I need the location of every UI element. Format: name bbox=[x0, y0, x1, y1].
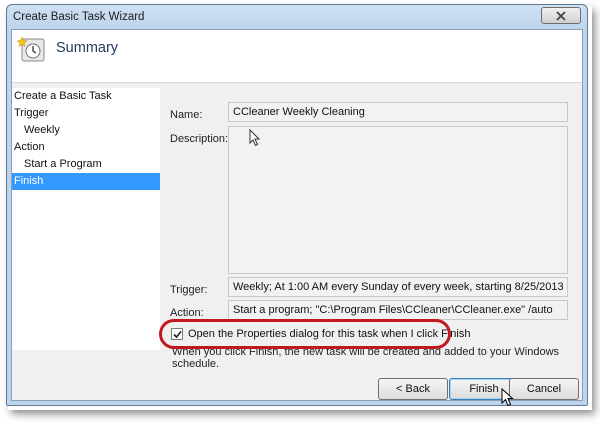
wizard-header: Summary bbox=[12, 30, 582, 83]
cancel-button[interactable]: Cancel bbox=[509, 378, 579, 400]
action-label: Action: bbox=[170, 307, 204, 319]
open-properties-label[interactable]: Open the Properties dialog for this task… bbox=[188, 328, 470, 340]
nav-item-weekly[interactable]: Weekly bbox=[12, 122, 160, 139]
nav-item-finish[interactable]: Finish bbox=[12, 173, 160, 190]
description-field[interactable] bbox=[228, 126, 568, 274]
name-field[interactable]: CCleaner Weekly Cleaning bbox=[228, 102, 568, 122]
trigger-field: Weekly; At 1:00 AM every Sunday of every… bbox=[228, 277, 568, 297]
nav-item-start-program[interactable]: Start a Program bbox=[12, 156, 160, 173]
nav-item-action[interactable]: Action bbox=[12, 139, 160, 156]
name-label: Name: bbox=[170, 109, 203, 121]
mouse-cursor-icon bbox=[249, 128, 261, 150]
open-properties-option[interactable]: Open the Properties dialog for this task… bbox=[171, 328, 470, 340]
wizard-client-area: Summary Create a Basic Task Trigger Week… bbox=[11, 29, 583, 407]
nav-item-create-basic-task[interactable]: Create a Basic Task bbox=[12, 88, 160, 105]
checkmark-icon bbox=[172, 330, 182, 338]
task-scheduler-icon bbox=[16, 33, 48, 68]
close-icon bbox=[556, 10, 566, 21]
back-button[interactable]: < Back bbox=[378, 378, 448, 400]
nav-item-trigger[interactable]: Trigger bbox=[12, 105, 160, 122]
pointer-cursor-icon bbox=[501, 387, 515, 411]
wizard-window: Create Basic Task Wizard Summary Create … bbox=[6, 4, 588, 407]
action-field: Start a program; "C:\Program Files\CClea… bbox=[228, 300, 568, 320]
wizard-steps-nav: Create a Basic Task Trigger Weekly Actio… bbox=[12, 88, 160, 350]
description-label: Description: bbox=[170, 133, 229, 145]
page-title: Summary bbox=[56, 40, 119, 56]
open-properties-checkbox[interactable] bbox=[171, 328, 183, 340]
close-button[interactable] bbox=[541, 7, 581, 24]
finish-info-text: When you click Finish, the new task will… bbox=[172, 346, 560, 370]
window-title: Create Basic Task Wizard bbox=[13, 11, 145, 23]
title-bar[interactable]: Create Basic Task Wizard bbox=[7, 5, 587, 29]
trigger-label: Trigger: bbox=[170, 284, 208, 296]
